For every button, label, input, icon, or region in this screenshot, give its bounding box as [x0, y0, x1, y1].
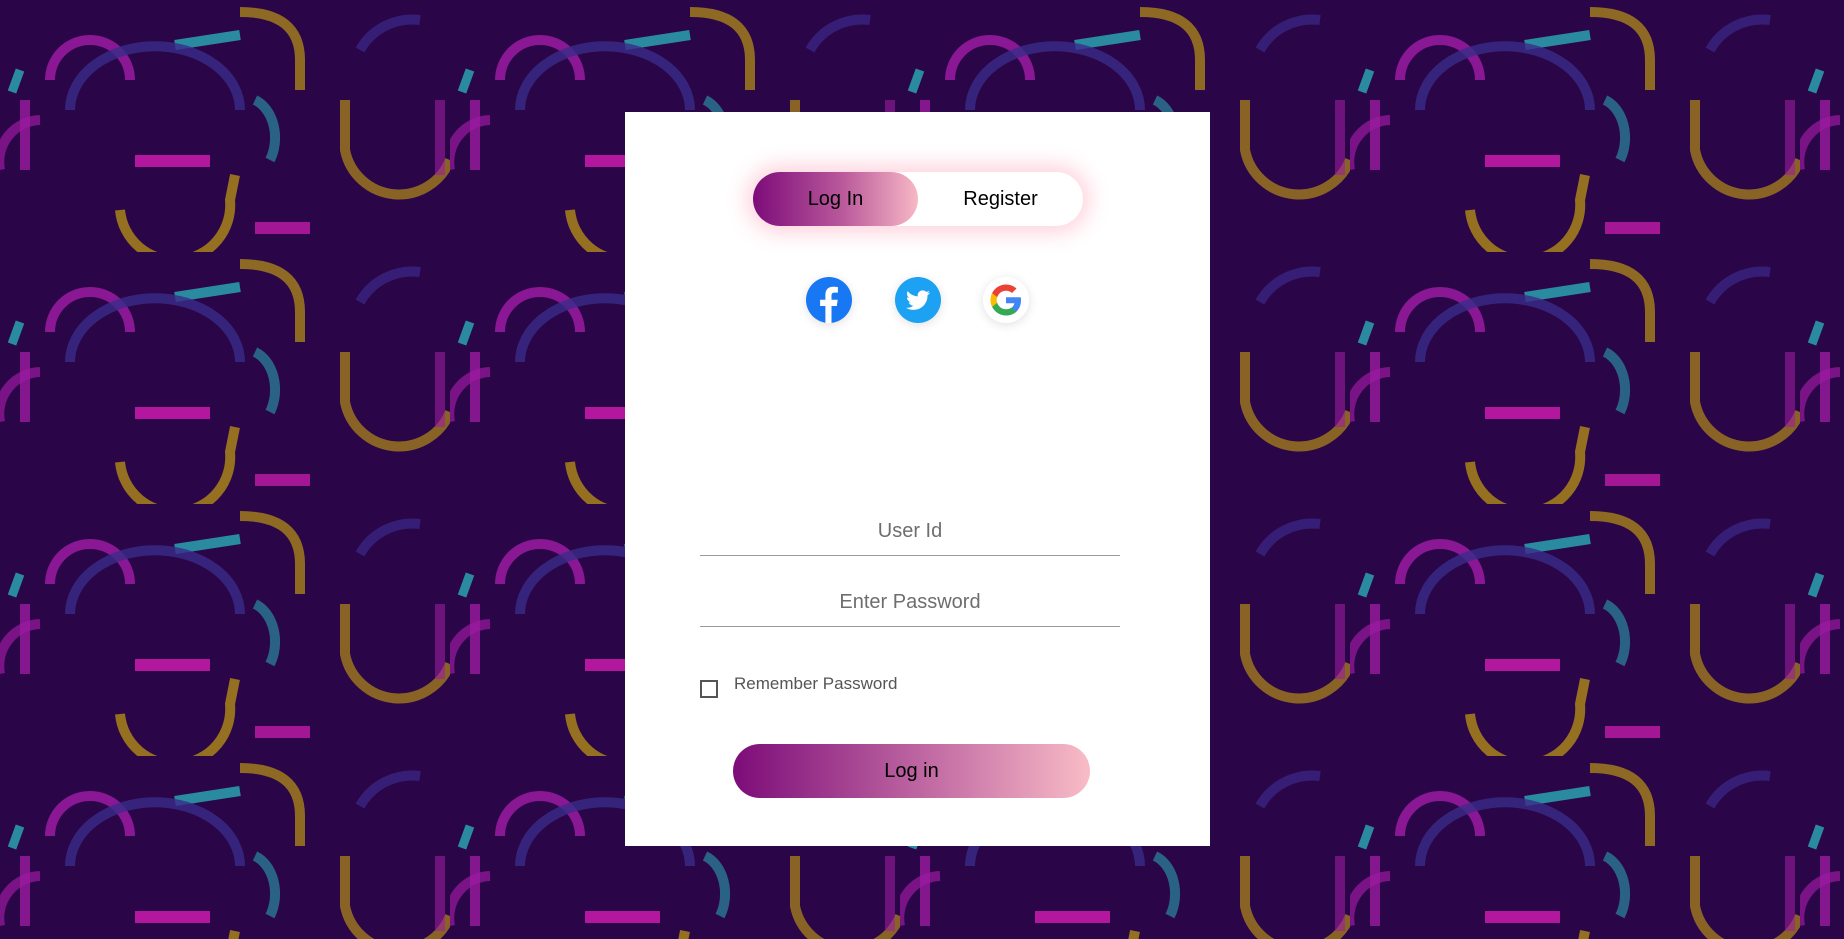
twitter-login-button[interactable] — [895, 277, 941, 323]
user-id-input[interactable] — [700, 507, 1120, 556]
twitter-icon — [895, 277, 941, 323]
password-input[interactable] — [700, 578, 1120, 627]
google-icon — [983, 277, 1029, 323]
auth-toggle: Log In Register — [753, 172, 1083, 226]
remember-password-label: Remember Password — [734, 674, 898, 693]
facebook-icon — [806, 277, 852, 323]
facebook-login-button[interactable] — [806, 277, 852, 323]
login-submit-button[interactable]: Log in — [733, 744, 1090, 798]
tab-register[interactable]: Register — [918, 172, 1083, 226]
tab-login[interactable]: Log In — [753, 172, 918, 226]
remember-password-checkbox[interactable] — [700, 680, 718, 698]
login-card: Log In Register Remember Password Log in — [625, 112, 1210, 846]
google-login-button[interactable] — [983, 277, 1029, 323]
